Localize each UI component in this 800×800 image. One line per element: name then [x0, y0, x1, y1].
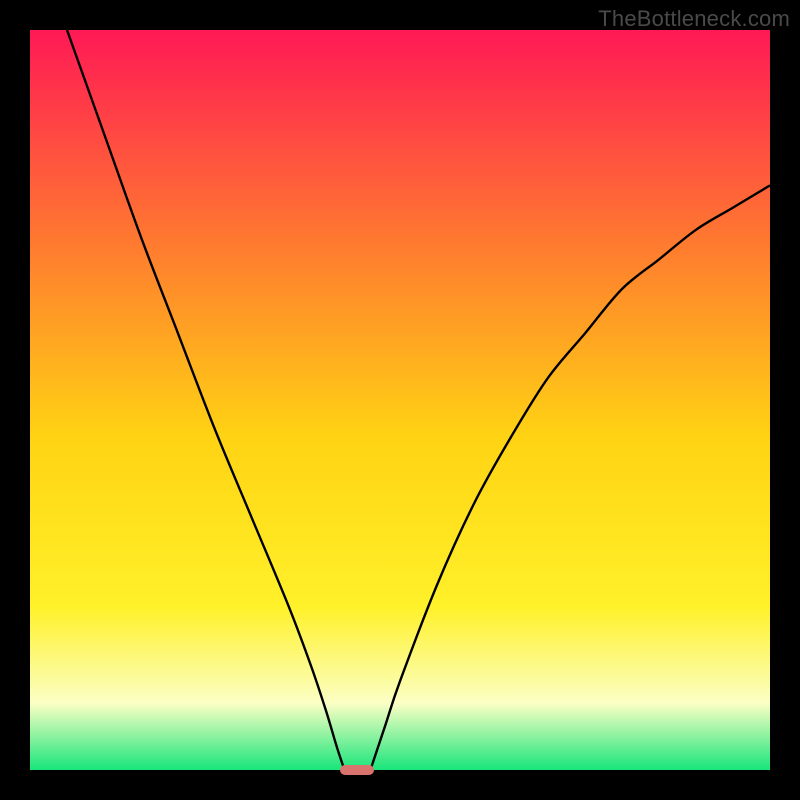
left-branch-curve [67, 30, 345, 770]
bottleneck-indicator [340, 765, 373, 775]
chart-container: TheBottleneck.com [0, 0, 800, 800]
watermark-text: TheBottleneck.com [598, 6, 790, 32]
right-branch-curve [370, 185, 770, 770]
curve-layer [30, 30, 770, 770]
plot-area [30, 30, 770, 770]
